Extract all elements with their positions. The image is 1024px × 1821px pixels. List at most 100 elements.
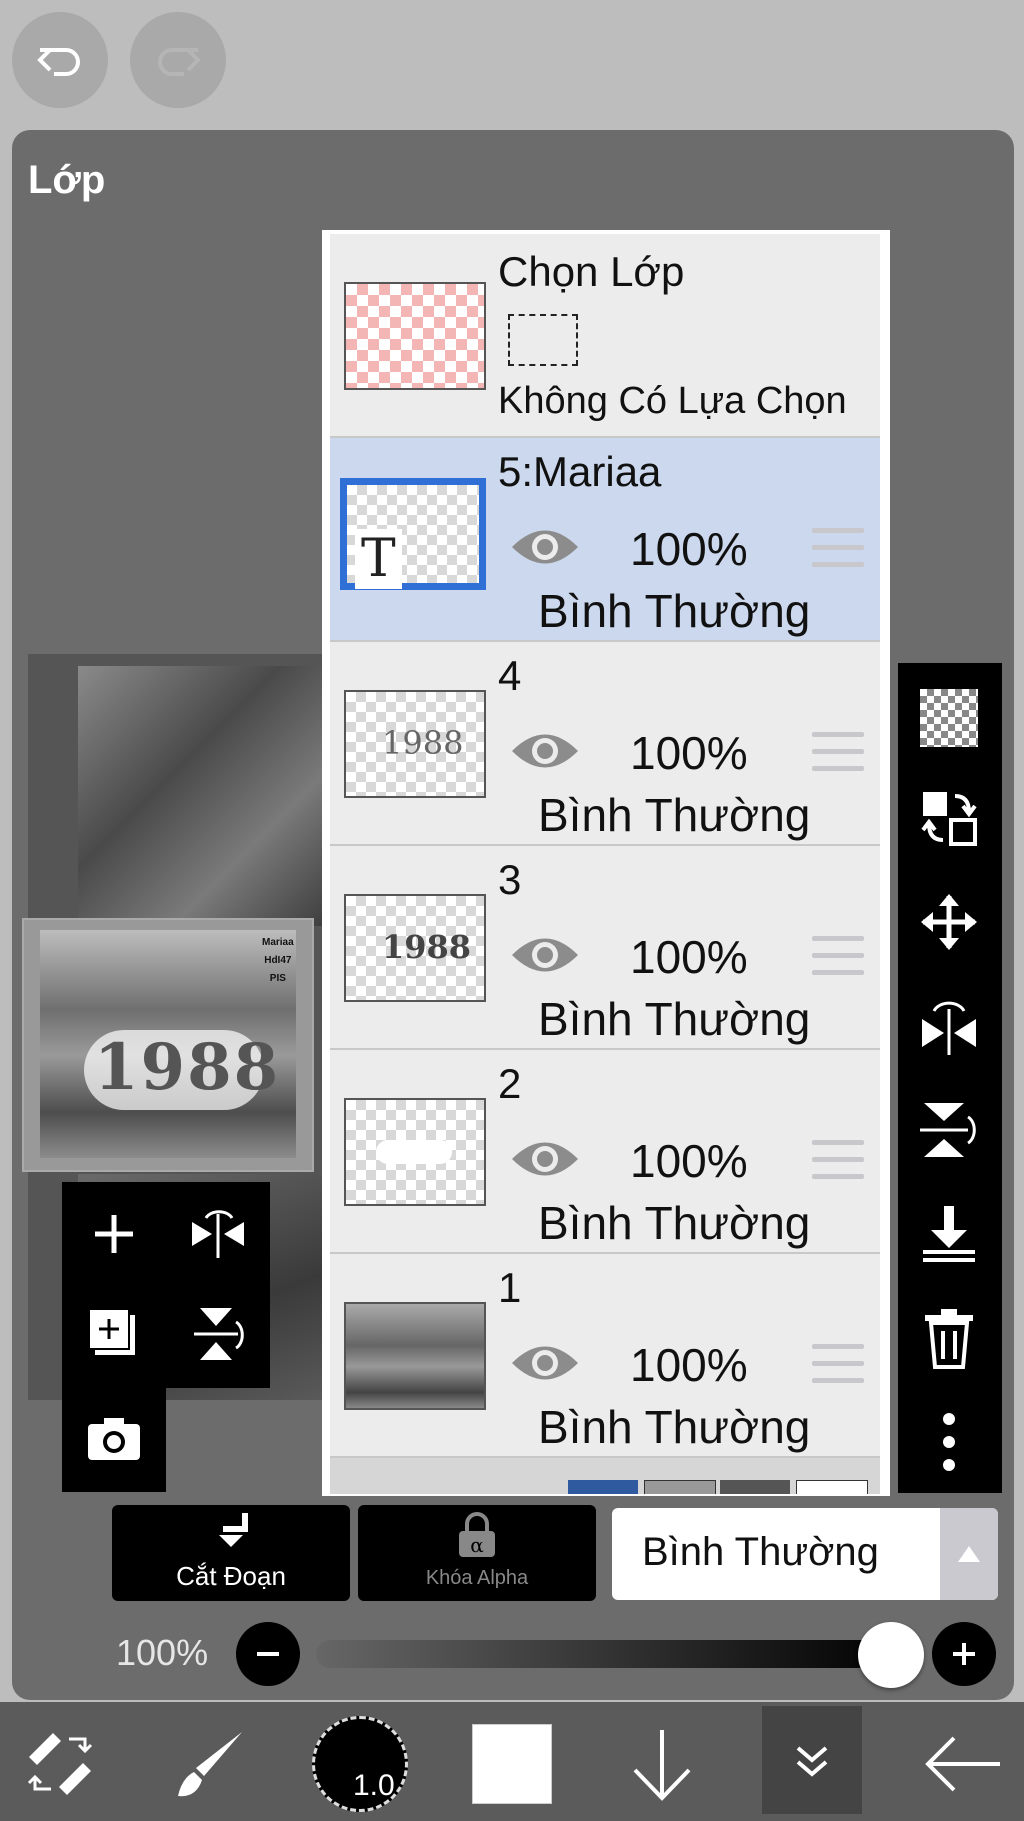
opacity-slider-thumb[interactable] [858, 1622, 924, 1688]
layer-thumbnail: 1988 [344, 690, 486, 798]
swap-icon [921, 792, 977, 846]
redo-icon [158, 48, 201, 76]
preview-title: 1988 [94, 1030, 281, 1105]
merge-down-icon [923, 1206, 975, 1262]
undo-icon [37, 48, 80, 76]
layer-blend-mode: Bình Thường [538, 993, 811, 1045]
brush-tool-button[interactable] [168, 1722, 252, 1806]
opacity-slider-track[interactable] [316, 1640, 902, 1668]
layer-name: 1 [498, 1264, 522, 1311]
canvas-preview[interactable]: 1988 Mariaa HdI47 PIS [22, 918, 314, 1172]
flip-horizontal-icon [192, 1210, 244, 1258]
layer-row[interactable]: 1988 4 100% Bình Thường [330, 642, 880, 846]
color-swatch-button[interactable] [472, 1724, 552, 1804]
layer-name: 4 [498, 652, 522, 699]
layer-down-button[interactable] [620, 1722, 704, 1806]
layer-name: 5:Mariaa [498, 448, 662, 495]
text-layer-icon: T [355, 529, 402, 589]
opacity-decrease-button[interactable] [236, 1622, 300, 1686]
visibility-eye-icon[interactable] [510, 930, 580, 980]
preview-corner-text: Mariaa HdI47 PIS [262, 937, 294, 984]
brush-icon [178, 1732, 242, 1797]
flip-vertical-icon [920, 1103, 976, 1157]
clipping-label: Cắt Đoạn [176, 1561, 286, 1591]
layers-panel-button[interactable] [762, 1706, 862, 1814]
layer-thumbnail [344, 1302, 486, 1410]
move-icon [921, 894, 977, 950]
back-button[interactable] [918, 1722, 1008, 1806]
layer-opacity: 100% [630, 727, 748, 779]
visibility-eye-icon[interactable] [510, 726, 580, 776]
checkerboard-icon [920, 689, 978, 747]
flip-vertical-button[interactable] [184, 1300, 252, 1368]
drag-handle-icon[interactable] [812, 1344, 864, 1390]
merge-down-button[interactable] [916, 1201, 982, 1267]
drag-handle-icon[interactable] [812, 732, 864, 778]
layer-blend-mode: Bình Thường [538, 585, 811, 637]
drag-handle-icon[interactable] [812, 1140, 864, 1186]
layer-blend-mode: Bình Thường [538, 789, 811, 841]
layer-list: Chọn Lớp Không Có Lựa Chọn T 5:Mariaa 10… [322, 230, 890, 1496]
duplicate-layer-button[interactable] [80, 1300, 148, 1368]
move-button[interactable] [916, 889, 982, 955]
layer-opacity: 100% [630, 523, 748, 575]
tool-switch-button[interactable] [20, 1724, 100, 1804]
flip-vertical-layer-button[interactable] [916, 1097, 982, 1163]
selection-marquee-icon [508, 314, 578, 366]
visibility-eye-icon[interactable] [510, 1338, 580, 1388]
transparency-button[interactable] [916, 685, 982, 751]
clipping-button[interactable]: Cắt Đoạn [112, 1505, 350, 1601]
arrow-down-icon [633, 1730, 691, 1801]
plus-icon [95, 1215, 133, 1253]
drag-handle-icon[interactable] [812, 936, 864, 982]
layer-thumbnail: T [340, 478, 486, 590]
blend-mode-select[interactable]: Bình Thường [612, 1508, 998, 1600]
blend-mode-value: Bình Thường [642, 1530, 879, 1574]
selection-status: Không Có Lựa Chọn [498, 380, 847, 422]
delete-layer-button[interactable] [916, 1305, 982, 1371]
clipping-arrow-icon [219, 1513, 248, 1547]
brush-size-button[interactable]: 1.0 [312, 1716, 408, 1812]
swap-layer-button[interactable] [916, 785, 982, 851]
opacity-increase-button[interactable] [932, 1622, 996, 1686]
layer-actions-sidebar [898, 663, 1002, 1493]
layer-opacity: 100% [630, 931, 748, 983]
drag-handle-icon[interactable] [812, 528, 864, 574]
selection-thumbnail [344, 282, 486, 390]
add-layer-button[interactable] [80, 1200, 148, 1268]
minus-icon [257, 1652, 279, 1656]
more-options-button[interactable] [916, 1409, 982, 1475]
alpha-lock-label: Khóa Alpha [425, 1567, 529, 1589]
camera-icon [88, 1418, 140, 1460]
triangle-up-icon [958, 1546, 980, 1562]
layer-name: 3 [498, 856, 522, 903]
layer-thumbnail [344, 1098, 486, 1206]
lock-icon: α [459, 1512, 495, 1557]
layer-row[interactable]: T 5:Mariaa 100% Bình Thường [330, 438, 880, 642]
double-chevron-down-icon [796, 1746, 828, 1777]
layer-row[interactable]: 1988 3 100% Bình Thường [330, 846, 880, 1050]
select-layer-title: Chọn Lớp [498, 248, 685, 295]
panel-title: Lớp [28, 158, 106, 202]
svg-text:α: α [470, 1533, 484, 1557]
layer-name: 2 [498, 1060, 522, 1107]
flip-horizontal-button[interactable] [184, 1200, 252, 1268]
plus-icon [953, 1643, 975, 1665]
undo-button[interactable] [12, 12, 108, 108]
layer-blend-mode: Bình Thường [538, 1197, 811, 1249]
layer-opacity: 100% [630, 1339, 748, 1391]
alpha-lock-button[interactable]: α Khóa Alpha [358, 1505, 596, 1601]
visibility-eye-icon[interactable] [510, 522, 580, 572]
layer-row[interactable]: 2 100% Bình Thường [330, 1050, 880, 1254]
flip-horizontal-icon [922, 1001, 976, 1055]
flip-horizontal-layer-button[interactable] [916, 993, 982, 1059]
redo-button[interactable] [130, 12, 226, 108]
visibility-eye-icon[interactable] [510, 1134, 580, 1184]
camera-button[interactable] [80, 1404, 148, 1472]
blend-mode-dropdown-toggle[interactable] [940, 1508, 998, 1600]
canvas-layer-strip [330, 1458, 880, 1494]
brush-size-value: 1.0 [353, 1769, 395, 1802]
layer-row[interactable]: 1 100% Bình Thường [330, 1254, 880, 1458]
select-layer-row[interactable]: Chọn Lớp Không Có Lựa Chọn [330, 234, 880, 438]
layer-opacity: 100% [630, 1135, 748, 1187]
